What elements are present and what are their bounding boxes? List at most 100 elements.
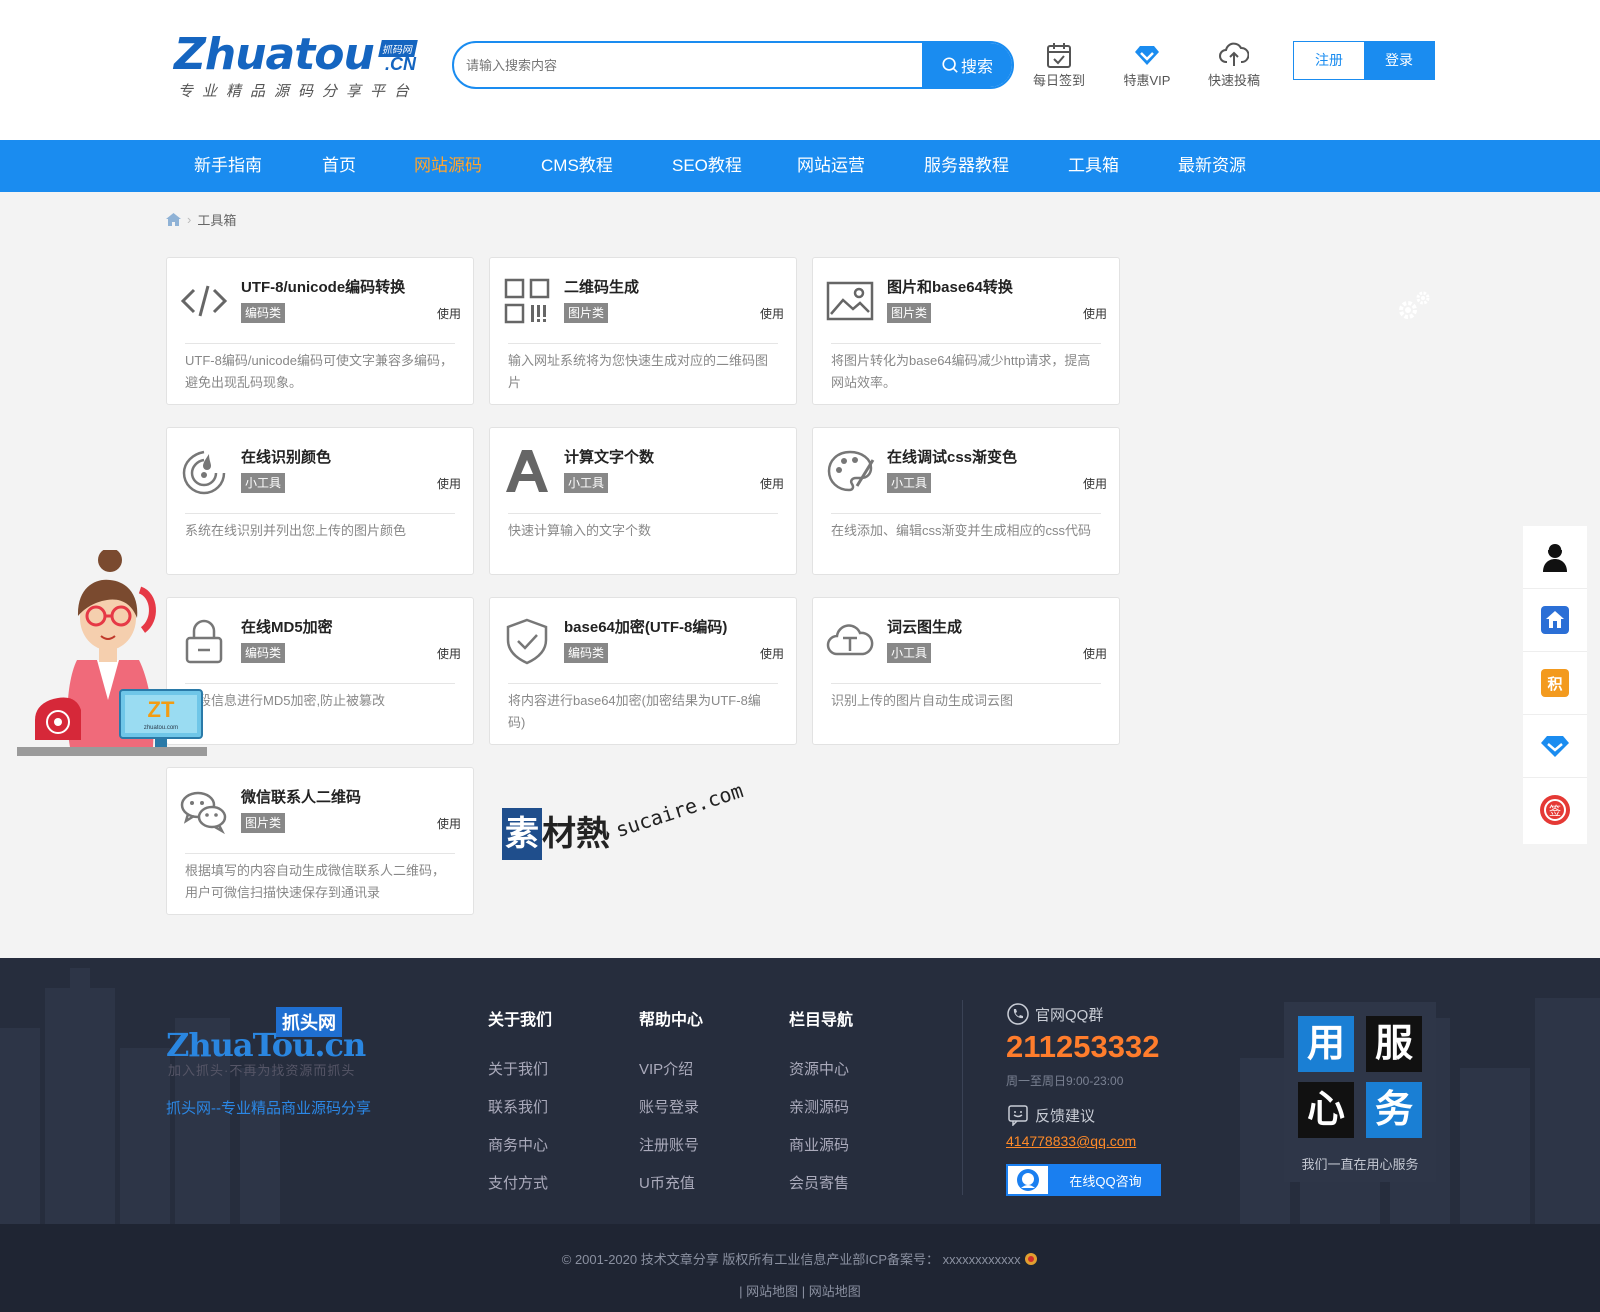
footer-logo[interactable]: 抓头网 ZhuaTou.cn 加入抓头·不再为找资源而抓头 [166, 1006, 386, 1078]
site-logo[interactable]: Zhuatou 抓码网 .CN 专业精品源码分享平台 [170, 30, 430, 100]
nav-item-server[interactable]: 服务器教程 [924, 140, 1009, 192]
points-glyph: 积 [1547, 675, 1562, 693]
tool-card[interactable]: 在线MD5加密 编码类 使用 一段信息进行MD5加密,防止被篡改 [166, 597, 474, 745]
quick-submit-label: 快速投稿 [1207, 73, 1260, 88]
footer-column-nav: 栏目导航 资源中心 亲测源码 商业源码 会员寄售 [789, 1006, 853, 1210]
footer-divider [962, 1000, 963, 1195]
letter-a-icon [506, 450, 548, 492]
search-button[interactable]: 搜索 [922, 43, 1012, 87]
police-badge-icon[interactable] [1024, 1252, 1038, 1266]
nav-item-home[interactable]: 首页 [322, 140, 356, 192]
qrcode-icon [504, 278, 550, 324]
tool-card[interactable]: 图片和base64转换 图片类 使用 将图片转化为base64编码减少http请… [812, 257, 1120, 405]
service-caption: 我们一直在用心服务 [1301, 1157, 1419, 1172]
tool-title: 在线调试css渐变色 [887, 449, 1018, 466]
calendar-check-icon [1047, 43, 1071, 68]
logo-domain: .CN [385, 54, 416, 74]
tool-use-link[interactable]: 使用 [1083, 475, 1107, 492]
nav-item-source[interactable]: 网站源码 [414, 140, 482, 192]
tool-category-tag: 图片类 [241, 813, 286, 833]
tool-use-link[interactable]: 使用 [760, 305, 784, 322]
tool-card[interactable]: 在线调试css渐变色 小工具 使用 在线添加、编辑css渐变并生成相应的css代… [812, 427, 1120, 575]
tool-use-link[interactable]: 使用 [437, 645, 461, 662]
floating-sidebar: 积 签 [1523, 526, 1587, 844]
footer-link[interactable]: 资源中心 [789, 1058, 853, 1079]
nav-item-guide[interactable]: 新手指南 [194, 140, 262, 192]
tool-description: 输入网址系统将为您快速生成对应的二维码图片 [508, 353, 769, 390]
search-input[interactable] [466, 43, 921, 87]
tool-use-link[interactable]: 使用 [1083, 305, 1107, 322]
vip-diamond-icon [1541, 736, 1569, 757]
register-button[interactable]: 注册 [1294, 42, 1364, 79]
footer-link[interactable]: 注册账号 [639, 1134, 703, 1155]
divider [831, 683, 1101, 684]
qq-group-label: 官网QQ群 [1007, 1003, 1103, 1025]
tool-description: 系统在线识别并列出您上传的图片颜色 [185, 523, 407, 538]
customer-service-icon [1543, 542, 1567, 572]
sidebar-item-vip[interactable] [1523, 715, 1587, 778]
sidebar-item-points[interactable]: 积 [1523, 652, 1587, 715]
nav-item-operation[interactable]: 网站运营 [797, 140, 865, 192]
tool-card[interactable]: 计算文字个数 小工具 使用 快速计算输入的文字个数 [489, 427, 797, 575]
tool-category-tag: 小工具 [564, 473, 609, 493]
sitemap-link[interactable]: 网站地图 [746, 1284, 798, 1299]
watermark-url: sucaire.com [612, 778, 746, 842]
sign-glyph: 签 [1549, 803, 1561, 818]
tool-category-tag: 小工具 [887, 473, 932, 493]
footer-link[interactable]: 关于我们 [488, 1058, 552, 1079]
login-button[interactable]: 登录 [1364, 42, 1434, 79]
nav-item-cms[interactable]: CMS教程 [541, 140, 613, 192]
qq-consult-label: 在线QQ咨询 [1069, 1173, 1142, 1189]
tool-use-link[interactable]: 使用 [760, 645, 784, 662]
tool-card[interactable]: UTF-8/unicode编码转换 编码类 使用 UTF-8编码/unicode… [166, 257, 474, 405]
tool-use-link[interactable]: 使用 [437, 815, 461, 832]
nav-item-seo[interactable]: SEO教程 [672, 140, 742, 192]
footer-link[interactable]: VIP介绍 [639, 1058, 703, 1079]
tool-card[interactable]: 微信联系人二维码 图片类 使用 根据填写的内容自动生成微信联系人二维码，用户可微… [166, 767, 474, 915]
tool-title: 计算文字个数 [564, 449, 655, 466]
sidebar-item-signin[interactable]: 签 [1523, 778, 1587, 841]
footer-link[interactable]: 联系我们 [488, 1096, 552, 1117]
footer-link[interactable]: 亲测源码 [789, 1096, 853, 1117]
footer-link[interactable]: 商务中心 [488, 1134, 552, 1155]
footer-link[interactable]: 支付方式 [488, 1172, 552, 1193]
tool-description: 一段信息进行MD5加密,防止被篡改 [185, 693, 386, 708]
tool-title: 词云图生成 [887, 619, 963, 636]
footer-link[interactable]: 账号登录 [639, 1096, 703, 1117]
divider [185, 683, 455, 684]
quick-submit-button[interactable]: 快速投稿 [1199, 40, 1269, 89]
qq-group-number: 211253332 [1006, 1029, 1160, 1064]
daily-checkin-button[interactable]: 每日签到 [1024, 40, 1094, 89]
tool-card[interactable]: 二维码生成 图片类 使用 输入网址系统将为您快速生成对应的二维码图片 [489, 257, 797, 405]
nav-item-toolbox[interactable]: 工具箱 [1068, 140, 1119, 192]
footer-logo-subtitle: 加入抓头·不再为找资源而抓头 [168, 1063, 356, 1078]
tool-description: 在线添加、编辑css渐变并生成相应的css代码 [831, 523, 1092, 538]
tool-card[interactable]: 在线识别颜色 小工具 使用 系统在线识别并列出您上传的图片颜色 [166, 427, 474, 575]
auth-buttons: 注册 登录 [1293, 41, 1435, 80]
settings-gear-icon[interactable] [1394, 288, 1434, 324]
footer-link[interactable]: 会员寄售 [789, 1172, 853, 1193]
tool-category-tag: 小工具 [887, 643, 932, 663]
tool-use-link[interactable]: 使用 [760, 475, 784, 492]
qq-consult-button[interactable]: 在线QQ咨询 [1006, 1164, 1161, 1196]
tool-card[interactable]: base64加密(UTF-8编码) 编码类 使用 将内容进行base64加密(加… [489, 597, 797, 745]
tool-use-link[interactable]: 使用 [437, 305, 461, 322]
code-icon [180, 285, 228, 317]
customer-service-mascot[interactable]: ZT zhuatou.com [15, 550, 210, 760]
divider [185, 343, 455, 344]
sitemap-link[interactable]: 网站地图 [809, 1284, 861, 1299]
tool-use-link[interactable]: 使用 [1083, 645, 1107, 662]
footer-column-heading: 关于我们 [488, 1012, 553, 1029]
tool-use-link[interactable]: 使用 [437, 475, 461, 492]
vip-button[interactable]: 特惠VIP [1112, 40, 1182, 89]
sidebar-item-service[interactable] [1523, 526, 1587, 589]
qq-group-label-text: 官网QQ群 [1035, 1006, 1104, 1024]
home-icon[interactable] [166, 213, 181, 226]
sidebar-item-home[interactable] [1523, 589, 1587, 652]
nav-item-latest[interactable]: 最新资源 [1178, 140, 1246, 192]
tool-card[interactable]: 词云图生成 小工具 使用 识别上传的图片自动生成词云图 [812, 597, 1120, 745]
feedback-email-link[interactable]: 414778833@qq.com [1006, 1133, 1136, 1149]
points-icon: 积 [1541, 669, 1569, 697]
footer-link[interactable]: U币充值 [639, 1172, 703, 1193]
footer-link[interactable]: 商业源码 [789, 1134, 853, 1155]
